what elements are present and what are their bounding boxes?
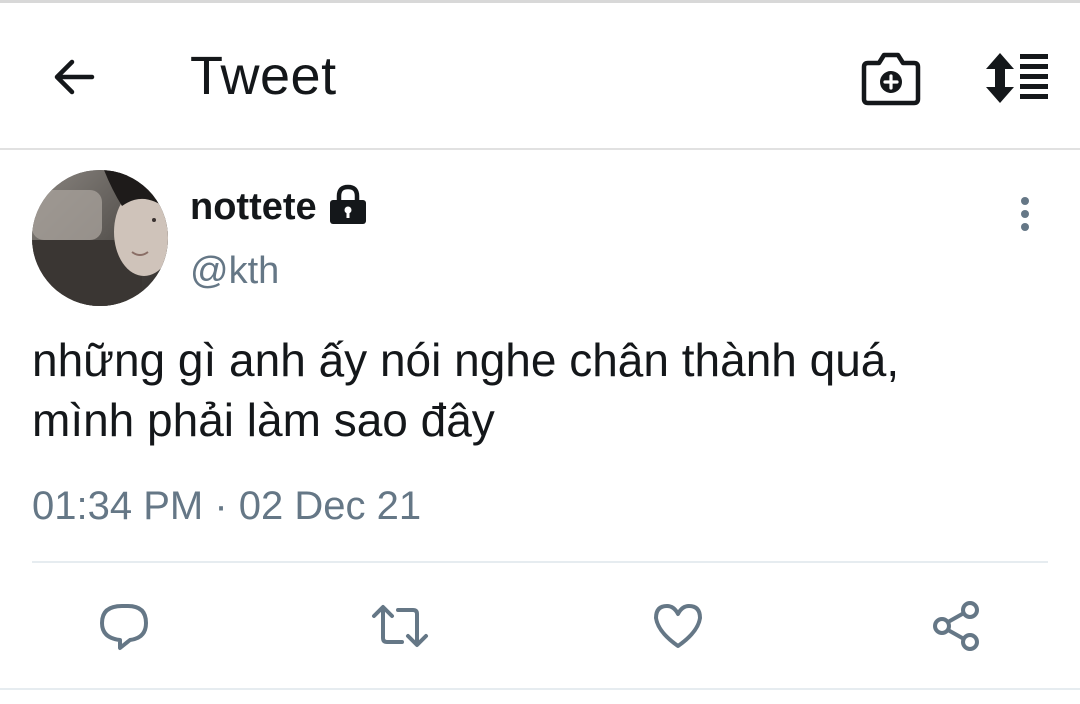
tweet-text-line-1: những gì anh ấy nói nghe chân thành quá, — [32, 334, 900, 386]
share-button[interactable] — [928, 598, 984, 654]
heart-icon — [654, 604, 702, 648]
display-name[interactable]: nottete — [190, 186, 317, 229]
reply-icon — [100, 604, 148, 650]
sort-list-icon — [986, 53, 1048, 103]
bottom-divider — [0, 688, 1080, 690]
app-header: Tweet — [0, 0, 1080, 150]
tweet-text: những gì anh ấy nói nghe chân thành quá,… — [32, 330, 1052, 450]
reply-button[interactable] — [96, 598, 152, 654]
like-button[interactable] — [650, 598, 706, 654]
back-button[interactable] — [48, 51, 100, 103]
camera-add-icon — [861, 52, 921, 106]
retweet-button[interactable] — [370, 598, 428, 654]
avatar[interactable] — [32, 170, 168, 306]
retweet-icon — [372, 605, 428, 647]
tweet-timestamp: 01:34 PM · 02 Dec 21 — [32, 484, 422, 528]
share-icon — [933, 601, 979, 651]
camera-button[interactable] — [860, 49, 922, 107]
tweet-text-line-2: mình phải làm sao đây — [32, 394, 495, 446]
page-title: Tweet — [190, 46, 337, 106]
more-options-button[interactable] — [1008, 192, 1042, 242]
more-vertical-icon — [1021, 197, 1029, 231]
back-arrow-icon — [54, 59, 95, 95]
avatar-image — [32, 170, 168, 306]
lock-icon — [328, 184, 368, 226]
sort-button[interactable] — [982, 51, 1052, 105]
divider — [32, 561, 1048, 563]
user-handle[interactable]: @kth — [190, 250, 279, 293]
tweet-detail-screen: Tweet nottete @kth những gì anh ấy nói n… — [0, 0, 1080, 704]
